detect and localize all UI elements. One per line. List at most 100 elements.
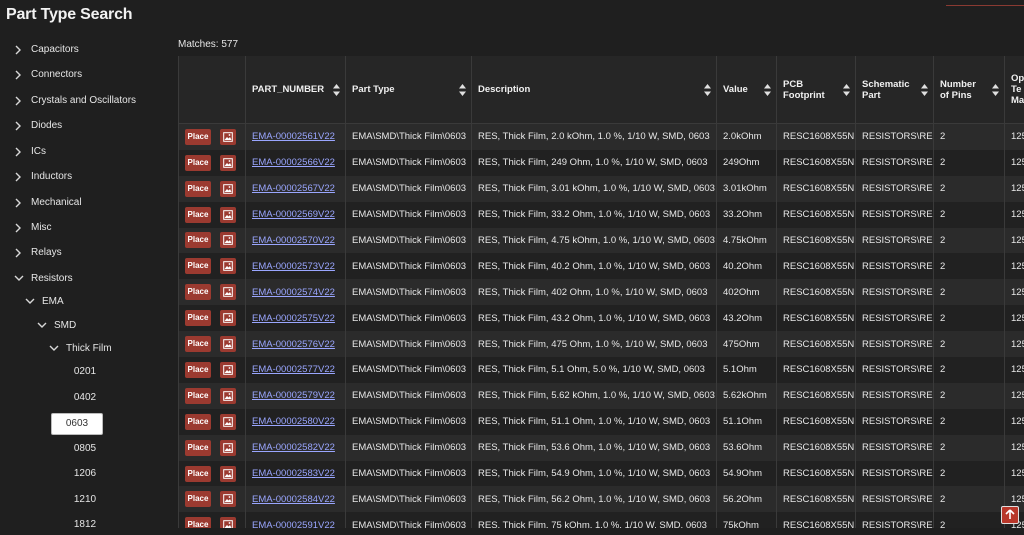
header-schematic-part[interactable]: Schematic Part <box>856 56 934 124</box>
image-button[interactable] <box>220 207 236 223</box>
chevron-down-icon[interactable] <box>12 267 28 291</box>
header-number-of-pins[interactable]: Number of Pins <box>934 56 1005 124</box>
place-button[interactable]: Place <box>185 310 211 326</box>
sort-icon[interactable] <box>459 84 466 96</box>
tree-item-ics[interactable]: ICs <box>12 140 46 164</box>
place-button[interactable]: Place <box>185 284 211 300</box>
chevron-down-icon[interactable] <box>47 337 63 361</box>
image-button[interactable] <box>220 181 236 197</box>
tree-leaf-0402[interactable]: 0402 <box>60 388 110 408</box>
part-number-link[interactable]: EMA-00002570V22 <box>252 235 335 246</box>
part-number-link[interactable]: EMA-00002575V22 <box>252 313 335 324</box>
header-part-type[interactable]: Part Type <box>346 56 472 124</box>
chevron-down-icon[interactable] <box>35 314 51 338</box>
tree-leaf-1812[interactable]: 1812 <box>60 515 110 535</box>
place-button[interactable]: Place <box>185 232 211 248</box>
chevron-right-icon[interactable] <box>12 38 28 62</box>
table-row[interactable]: PlaceEMA-00002584V22EMA\SMD\Thick Film\0… <box>179 486 1024 512</box>
tree-item-relays[interactable]: Relays <box>12 241 62 265</box>
image-button[interactable] <box>220 491 236 507</box>
image-button[interactable] <box>220 414 236 430</box>
chevron-right-icon[interactable] <box>12 216 28 240</box>
part-number-link[interactable]: EMA-00002584V22 <box>252 494 335 505</box>
tree-item-misc[interactable]: Misc <box>12 216 52 240</box>
image-button[interactable] <box>220 336 236 352</box>
image-button[interactable] <box>220 388 236 404</box>
tree-leaf-0805[interactable]: 0805 <box>60 439 110 459</box>
chevron-right-icon[interactable] <box>12 140 28 164</box>
table-row[interactable]: PlaceEMA-00002569V22EMA\SMD\Thick Film\0… <box>179 202 1024 228</box>
chevron-right-icon[interactable] <box>12 191 28 215</box>
part-number-link[interactable]: EMA-00002569V22 <box>252 209 335 220</box>
part-number-link[interactable]: EMA-00002580V22 <box>252 416 335 427</box>
part-number-link[interactable]: EMA-00002582V22 <box>252 442 335 453</box>
header-description[interactable]: Description <box>472 56 717 124</box>
place-button[interactable]: Place <box>185 440 211 456</box>
table-row[interactable]: PlaceEMA-00002580V22EMA\SMD\Thick Film\0… <box>179 409 1024 435</box>
place-button[interactable]: Place <box>185 336 211 352</box>
table-row[interactable]: PlaceEMA-00002583V22EMA\SMD\Thick Film\0… <box>179 461 1024 487</box>
table-row[interactable]: PlaceEMA-00002579V22EMA\SMD\Thick Film\0… <box>179 383 1024 409</box>
tree-item-capacitors[interactable]: Capacitors <box>12 38 79 62</box>
part-number-link[interactable]: EMA-00002561V22 <box>252 131 335 142</box>
part-number-link[interactable]: EMA-00002577V22 <box>252 364 335 375</box>
sort-icon[interactable] <box>921 84 928 96</box>
tree-item-crystals-and-oscillators[interactable]: Crystals and Oscillators <box>12 89 136 113</box>
part-number-link[interactable]: EMA-00002576V22 <box>252 339 335 350</box>
image-button[interactable] <box>220 258 236 274</box>
chevron-right-icon[interactable] <box>12 114 28 138</box>
place-button[interactable]: Place <box>185 155 211 171</box>
header-part-number[interactable]: PART_NUMBER <box>246 56 346 124</box>
place-button[interactable]: Place <box>185 466 211 482</box>
tree-leaf-1206[interactable]: 1206 <box>60 464 110 484</box>
sort-icon[interactable] <box>843 84 850 96</box>
chevron-right-icon[interactable] <box>12 165 28 189</box>
results-grid[interactable]: PART_NUMBERPart TypeDescriptionValuePCB … <box>178 56 1024 528</box>
header-value[interactable]: Value <box>717 56 777 124</box>
header-pcb-footprint[interactable]: PCB Footprint <box>777 56 856 124</box>
sort-icon[interactable] <box>764 84 771 96</box>
place-button[interactable]: Place <box>185 414 211 430</box>
header-operating-temperature-max[interactable]: Op Te Ma <box>1005 56 1024 124</box>
image-button[interactable] <box>220 310 236 326</box>
tree-item-sub3[interactable]: Thick Film <box>47 337 112 361</box>
table-row[interactable]: PlaceEMA-00002573V22EMA\SMD\Thick Film\0… <box>179 253 1024 279</box>
part-number-link[interactable]: EMA-00002566V22 <box>252 157 335 168</box>
table-row[interactable]: PlaceEMA-00002567V22EMA\SMD\Thick Film\0… <box>179 176 1024 202</box>
part-number-link[interactable]: EMA-00002583V22 <box>252 468 335 479</box>
chevron-right-icon[interactable] <box>12 89 28 113</box>
table-row[interactable]: PlaceEMA-00002574V22EMA\SMD\Thick Film\0… <box>179 279 1024 305</box>
tree-leaf-1210[interactable]: 1210 <box>60 490 110 510</box>
part-number-link[interactable]: EMA-00002573V22 <box>252 261 335 272</box>
part-number-link[interactable]: EMA-00002579V22 <box>252 390 335 401</box>
image-button[interactable] <box>220 232 236 248</box>
table-row[interactable]: PlaceEMA-00002582V22EMA\SMD\Thick Film\0… <box>179 435 1024 461</box>
image-button[interactable] <box>220 466 236 482</box>
sort-icon[interactable] <box>704 84 711 96</box>
place-button[interactable]: Place <box>185 181 211 197</box>
tree-item-resistors[interactable]: Resistors <box>12 267 73 291</box>
image-button[interactable] <box>220 440 236 456</box>
part-number-link[interactable]: EMA-00002574V22 <box>252 287 335 298</box>
image-button[interactable] <box>220 155 236 171</box>
image-button[interactable] <box>220 517 236 528</box>
tree-item-sub2[interactable]: SMD <box>35 314 76 338</box>
table-row[interactable]: PlaceEMA-00002577V22EMA\SMD\Thick Film\0… <box>179 357 1024 383</box>
place-button[interactable]: Place <box>185 388 211 404</box>
tree-item-inductors[interactable]: Inductors <box>12 165 72 189</box>
part-number-link[interactable]: EMA-00002591V22 <box>252 520 335 528</box>
chevron-right-icon[interactable] <box>12 63 28 87</box>
scroll-to-top-button[interactable] <box>1001 506 1019 524</box>
place-button[interactable]: Place <box>185 517 211 528</box>
table-row[interactable]: PlaceEMA-00002575V22EMA\SMD\Thick Film\0… <box>179 305 1024 331</box>
table-row[interactable]: PlaceEMA-00002561V22EMA\SMD\Thick Film\0… <box>179 124 1024 150</box>
table-row[interactable]: PlaceEMA-00002591V22EMA\SMD\Thick Film\0… <box>179 512 1024 528</box>
chevron-right-icon[interactable] <box>12 241 28 265</box>
place-button[interactable]: Place <box>185 491 211 507</box>
image-button[interactable] <box>220 129 236 145</box>
place-button[interactable]: Place <box>185 129 211 145</box>
table-row[interactable]: PlaceEMA-00002570V22EMA\SMD\Thick Film\0… <box>179 228 1024 254</box>
tree-item-sub1[interactable]: EMA <box>23 290 64 314</box>
tree-leaf-0201[interactable]: 0201 <box>60 362 110 382</box>
chevron-down-icon[interactable] <box>23 290 39 314</box>
